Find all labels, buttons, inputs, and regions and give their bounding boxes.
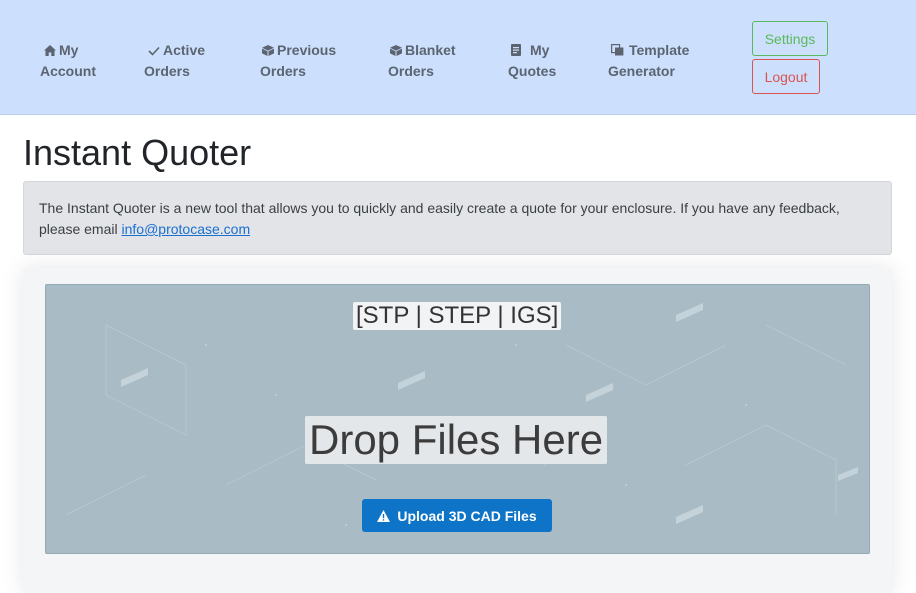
nav-template-generator-line2: Generator	[608, 63, 675, 79]
nav-blanket-orders-line1: Blanket	[405, 42, 456, 58]
info-alert: The Instant Quoter is a new tool that al…	[23, 181, 892, 255]
logout-button[interactable]: Logout	[752, 59, 820, 94]
home-icon	[44, 45, 56, 56]
nav-blanket-orders-line2: Orders	[388, 63, 434, 79]
settings-button[interactable]: Settings	[752, 21, 828, 56]
nav-my-quotes-line2: Quotes	[508, 63, 557, 79]
top-navbar: My Account Active Orders Previous Orders…	[0, 0, 916, 115]
upload-cad-files-button[interactable]: Upload 3D CAD Files	[362, 499, 552, 532]
nav-previous-orders-line2: Orders	[260, 63, 306, 79]
check-icon	[148, 46, 160, 56]
nav-my-quotes-line1: My	[530, 42, 550, 58]
accepted-formats-label: [STP | STEP | IGS]	[353, 302, 562, 330]
warning-icon	[377, 509, 391, 522]
copy-icon	[611, 44, 624, 56]
nav-active-orders-line2: Orders	[144, 63, 190, 79]
nav-previous-orders-line1: Previous	[277, 42, 337, 58]
upload-button-label: Upload 3D CAD Files	[397, 507, 537, 524]
nav-previous-orders[interactable]: Previous Orders	[260, 40, 336, 82]
nav-template-generator[interactable]: Template Generator	[608, 40, 689, 82]
nav-blanket-orders[interactable]: Blanket Orders	[388, 40, 456, 82]
nav-my-account-line2: Account	[40, 63, 96, 79]
box-icon	[390, 45, 402, 56]
drop-files-label: Drop Files Here	[305, 416, 608, 464]
feedback-email-link[interactable]: info@protocase.com	[122, 221, 251, 237]
box-icon	[262, 45, 274, 56]
nav-my-account-line1: My	[59, 42, 79, 58]
page-title: Instant Quoter	[23, 132, 252, 173]
nav-template-generator-line1: Template	[629, 42, 690, 58]
nav-my-account[interactable]: My Account	[40, 40, 96, 82]
nav-active-orders[interactable]: Active Orders	[144, 40, 205, 82]
document-icon	[511, 44, 521, 56]
nav-my-quotes[interactable]: My Quotes	[508, 40, 556, 82]
nav-active-orders-line1: Active	[163, 42, 206, 58]
